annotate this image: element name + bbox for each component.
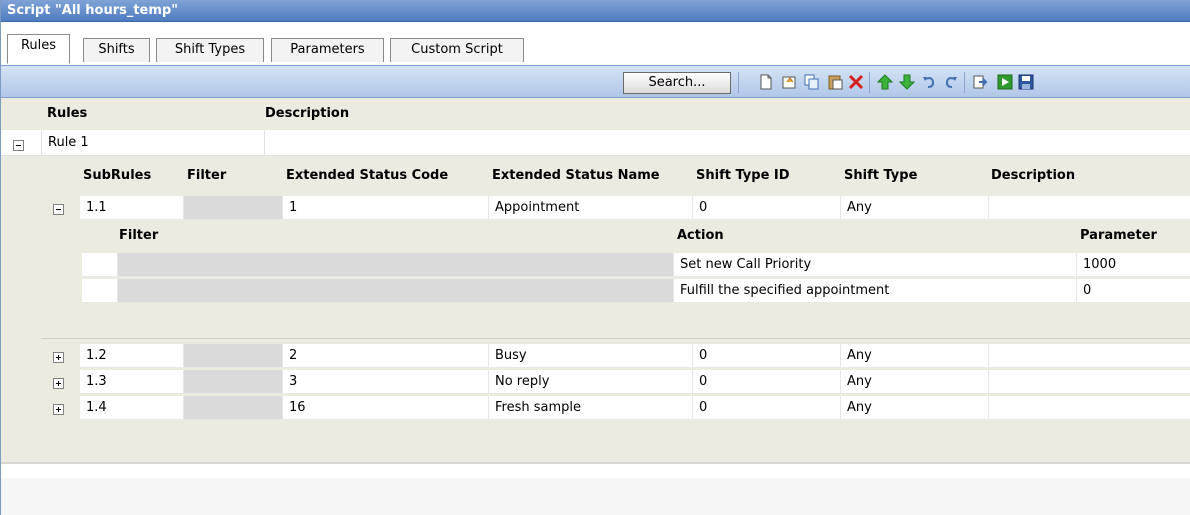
subrules-indent <box>1 156 41 462</box>
action-select-cell[interactable] <box>82 279 118 303</box>
undo-icon[interactable] <box>920 73 938 91</box>
expand-icon[interactable] <box>53 378 64 389</box>
subrule-id[interactable]: 1.2 <box>80 344 184 368</box>
subrule-description[interactable] <box>989 370 1190 394</box>
subrules-header: SubRules <box>83 168 152 183</box>
tab-bar: Rules Shifts Shift Types Parameters Cust… <box>1 22 1190 66</box>
subrule-status-name[interactable]: Fresh sample <box>489 396 693 420</box>
toolbar-separator <box>738 72 739 93</box>
action-filter[interactable] <box>118 253 674 277</box>
delete-icon[interactable] <box>847 73 865 91</box>
move-up-icon[interactable] <box>876 73 894 91</box>
subrule-id[interactable]: 1.4 <box>80 396 184 420</box>
paste-icon[interactable] <box>826 73 844 91</box>
search-button[interactable]: Search... <box>623 72 731 94</box>
run-icon[interactable] <box>996 73 1014 91</box>
subrule-shift-type-id[interactable]: 0 <box>693 196 841 220</box>
subrule-shift-type-id[interactable]: 0 <box>693 370 841 394</box>
subrule-status-code[interactable]: 16 <box>283 396 489 420</box>
subrule-shift-type[interactable]: Any <box>841 196 989 220</box>
action-header: Action <box>677 228 724 243</box>
action-parameter[interactable]: 0 <box>1077 279 1190 303</box>
subrule-filter[interactable] <box>184 396 283 420</box>
filter-header: Filter <box>187 168 227 183</box>
shift-type-id-header: Shift Type ID <box>696 168 790 183</box>
extended-status-code-header: Extended Status Code <box>286 168 449 183</box>
subrule-filter[interactable] <box>184 196 283 220</box>
parameter-header: Parameter <box>1080 228 1157 243</box>
action-select-cell[interactable] <box>82 253 118 277</box>
subrule-description[interactable] <box>989 396 1190 420</box>
window-title: Script "All hours_temp" <box>1 0 1190 22</box>
action-name[interactable]: Fulfill the specified appointment <box>674 279 1077 303</box>
toolbar: Search... <box>1 65 1190 98</box>
expand-icon[interactable] <box>53 352 64 363</box>
subrule-status-code[interactable]: 2 <box>283 344 489 368</box>
new-document-icon[interactable] <box>757 73 775 91</box>
empty-area <box>1 478 1190 515</box>
tab-rules[interactable]: Rules <box>7 34 70 64</box>
grid-bottom-border <box>1 462 1190 464</box>
script-window: Script "All hours_temp" Rules Shifts Shi… <box>0 0 1190 515</box>
collapse-icon[interactable] <box>53 204 64 215</box>
shift-type-header: Shift Type <box>844 168 918 183</box>
subrule-shift-type-id[interactable]: 0 <box>693 396 841 420</box>
extended-status-name-header: Extended Status Name <box>492 168 660 183</box>
copy-icon[interactable] <box>803 73 821 91</box>
toolbar-separator <box>869 72 870 93</box>
subrule-shift-type[interactable]: Any <box>841 344 989 368</box>
subrule-shift-type[interactable]: Any <box>841 370 989 394</box>
subrule-id[interactable]: 1.3 <box>80 370 184 394</box>
expand-icon[interactable] <box>53 404 64 415</box>
action-parameter[interactable]: 1000 <box>1077 253 1190 277</box>
tab-custom-script[interactable]: Custom Script <box>390 38 524 62</box>
rules-column-header: Rules <box>47 106 88 121</box>
subrule-status-name[interactable]: Busy <box>489 344 693 368</box>
subrule-description[interactable] <box>989 344 1190 368</box>
divider <box>41 338 1190 339</box>
save-icon[interactable] <box>1017 73 1035 91</box>
subrule-description-header: Description <box>991 168 1076 183</box>
action-filter-header: Filter <box>119 228 159 243</box>
collapse-icon[interactable] <box>13 140 24 151</box>
export-icon[interactable] <box>971 73 989 91</box>
subrule-description[interactable] <box>989 196 1190 220</box>
action-name[interactable]: Set new Call Priority <box>674 253 1077 277</box>
subrule-id[interactable]: 1.1 <box>80 196 184 220</box>
description-column-header: Description <box>265 106 350 121</box>
subrule-shift-type-id[interactable]: 0 <box>693 344 841 368</box>
tab-shift-types[interactable]: Shift Types <box>156 38 264 62</box>
subrule-shift-type[interactable]: Any <box>841 396 989 420</box>
subrule-filter[interactable] <box>184 370 283 394</box>
rules-header-row <box>1 98 1190 130</box>
subrule-filter[interactable] <box>184 344 283 368</box>
subrule-status-code[interactable]: 1 <box>283 196 489 220</box>
subrule-status-name[interactable]: Appointment <box>489 196 693 220</box>
move-down-icon[interactable] <box>898 73 916 91</box>
redo-icon[interactable] <box>942 73 960 91</box>
toolbar-separator <box>964 72 965 93</box>
subrule-status-name[interactable]: No reply <box>489 370 693 394</box>
open-icon[interactable] <box>780 73 798 91</box>
tab-parameters[interactable]: Parameters <box>271 38 384 62</box>
rule-name[interactable]: Rule 1 <box>41 130 265 156</box>
action-filter[interactable] <box>118 279 674 303</box>
subrule-status-code[interactable]: 3 <box>283 370 489 394</box>
tab-shifts[interactable]: Shifts <box>83 38 150 62</box>
